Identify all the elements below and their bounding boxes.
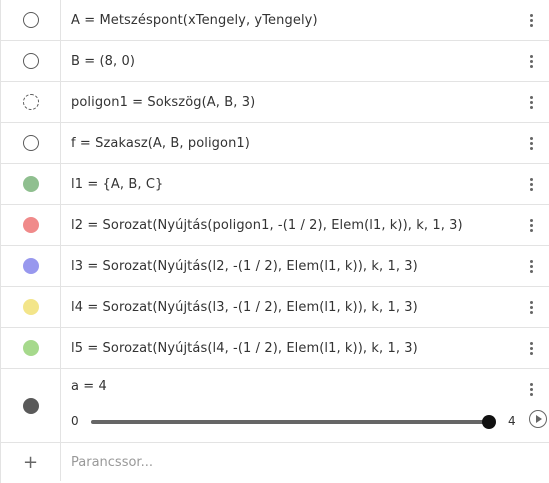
algebra-row[interactable]: l5 = Sorozat(Nyújtás(l4, -(1 / 2), Elem(… <box>1 328 549 369</box>
visibility-toggle-icon[interactable] <box>22 53 39 69</box>
slider-expression[interactable]: a = 4 <box>61 379 107 394</box>
marble-cell <box>1 328 61 368</box>
algebra-row[interactable]: l2 = Sorozat(Nyújtás(poligon1, -(1 / 2),… <box>1 205 549 246</box>
algebra-row[interactable]: A = Metszéspont(xTengely, yTengely) <box>1 0 549 41</box>
marble-cell <box>1 82 61 122</box>
slider-max-label: 4 <box>508 414 516 428</box>
algebra-expression[interactable]: poligon1 = Sokszög(A, B, 3) <box>61 95 519 110</box>
algebra-expression[interactable]: l2 = Sorozat(Nyújtás(poligon1, -(1 / 2),… <box>61 218 519 233</box>
visibility-toggle-icon[interactable] <box>22 94 39 110</box>
algebra-expression[interactable]: l4 = Sorozat(Nyújtás(l3, -(1 / 2), Elem(… <box>61 300 519 315</box>
visibility-toggle-icon[interactable] <box>22 135 39 151</box>
visibility-toggle-icon[interactable] <box>22 299 39 315</box>
visibility-toggle-icon[interactable] <box>22 217 39 233</box>
plus-icon[interactable]: + <box>1 443 61 481</box>
more-menu-icon[interactable] <box>519 136 543 150</box>
more-menu-icon[interactable] <box>519 259 543 273</box>
more-menu-icon[interactable] <box>519 95 543 109</box>
algebra-row[interactable]: l3 = Sorozat(Nyújtás(l2, -(1 / 2), Elem(… <box>1 246 549 287</box>
visibility-toggle-icon[interactable] <box>22 397 39 414</box>
more-menu-icon[interactable] <box>519 300 543 314</box>
marble-cell <box>1 287 61 327</box>
algebra-row[interactable]: poligon1 = Sokszög(A, B, 3) <box>1 82 549 123</box>
visibility-toggle-icon[interactable] <box>22 340 39 356</box>
algebra-expression[interactable]: l3 = Sorozat(Nyújtás(l2, -(1 / 2), Elem(… <box>61 259 519 274</box>
algebra-expression[interactable]: l1 = {A, B, C} <box>61 177 519 192</box>
marble-cell <box>1 246 61 286</box>
visibility-toggle-icon[interactable] <box>22 258 39 274</box>
algebra-expression[interactable]: B = (8, 0) <box>61 54 519 69</box>
more-menu-icon[interactable] <box>519 54 543 68</box>
marble-cell <box>1 205 61 245</box>
algebra-row[interactable]: f = Szakasz(A, B, poligon1) <box>1 123 549 164</box>
more-menu-icon[interactable] <box>519 341 543 355</box>
visibility-toggle-icon[interactable] <box>22 176 39 192</box>
slider-track[interactable] <box>91 420 489 424</box>
slider-thumb[interactable] <box>482 415 496 429</box>
slider-min-label: 0 <box>71 414 79 428</box>
algebra-row[interactable]: l1 = {A, B, C} <box>1 164 549 205</box>
algebra-expression[interactable]: f = Szakasz(A, B, poligon1) <box>61 136 519 151</box>
play-icon[interactable] <box>529 410 547 428</box>
more-menu-icon[interactable] <box>519 13 543 27</box>
marble-cell <box>1 369 61 442</box>
marble-cell <box>1 41 61 81</box>
algebra-row[interactable]: B = (8, 0) <box>1 41 549 82</box>
more-menu-icon[interactable] <box>519 218 543 232</box>
algebra-expression[interactable]: l5 = Sorozat(Nyújtás(l4, -(1 / 2), Elem(… <box>61 341 519 356</box>
more-menu-icon[interactable] <box>519 177 543 191</box>
algebra-expression[interactable]: A = Metszéspont(xTengely, yTengely) <box>61 13 519 28</box>
algebra-view: A = Metszéspont(xTengely, yTengely) B = … <box>0 0 549 483</box>
command-input[interactable] <box>61 453 549 471</box>
marble-cell <box>1 0 61 40</box>
input-row[interactable]: + <box>1 443 549 481</box>
algebra-row[interactable]: l4 = Sorozat(Nyújtás(l3, -(1 / 2), Elem(… <box>1 287 549 328</box>
marble-cell <box>1 164 61 204</box>
slider-content: a = 4 0 4 <box>61 369 547 442</box>
more-menu-icon[interactable] <box>519 383 543 396</box>
marble-cell <box>1 123 61 163</box>
slider-row[interactable]: a = 4 0 4 <box>1 369 549 443</box>
visibility-toggle-icon[interactable] <box>22 12 39 28</box>
